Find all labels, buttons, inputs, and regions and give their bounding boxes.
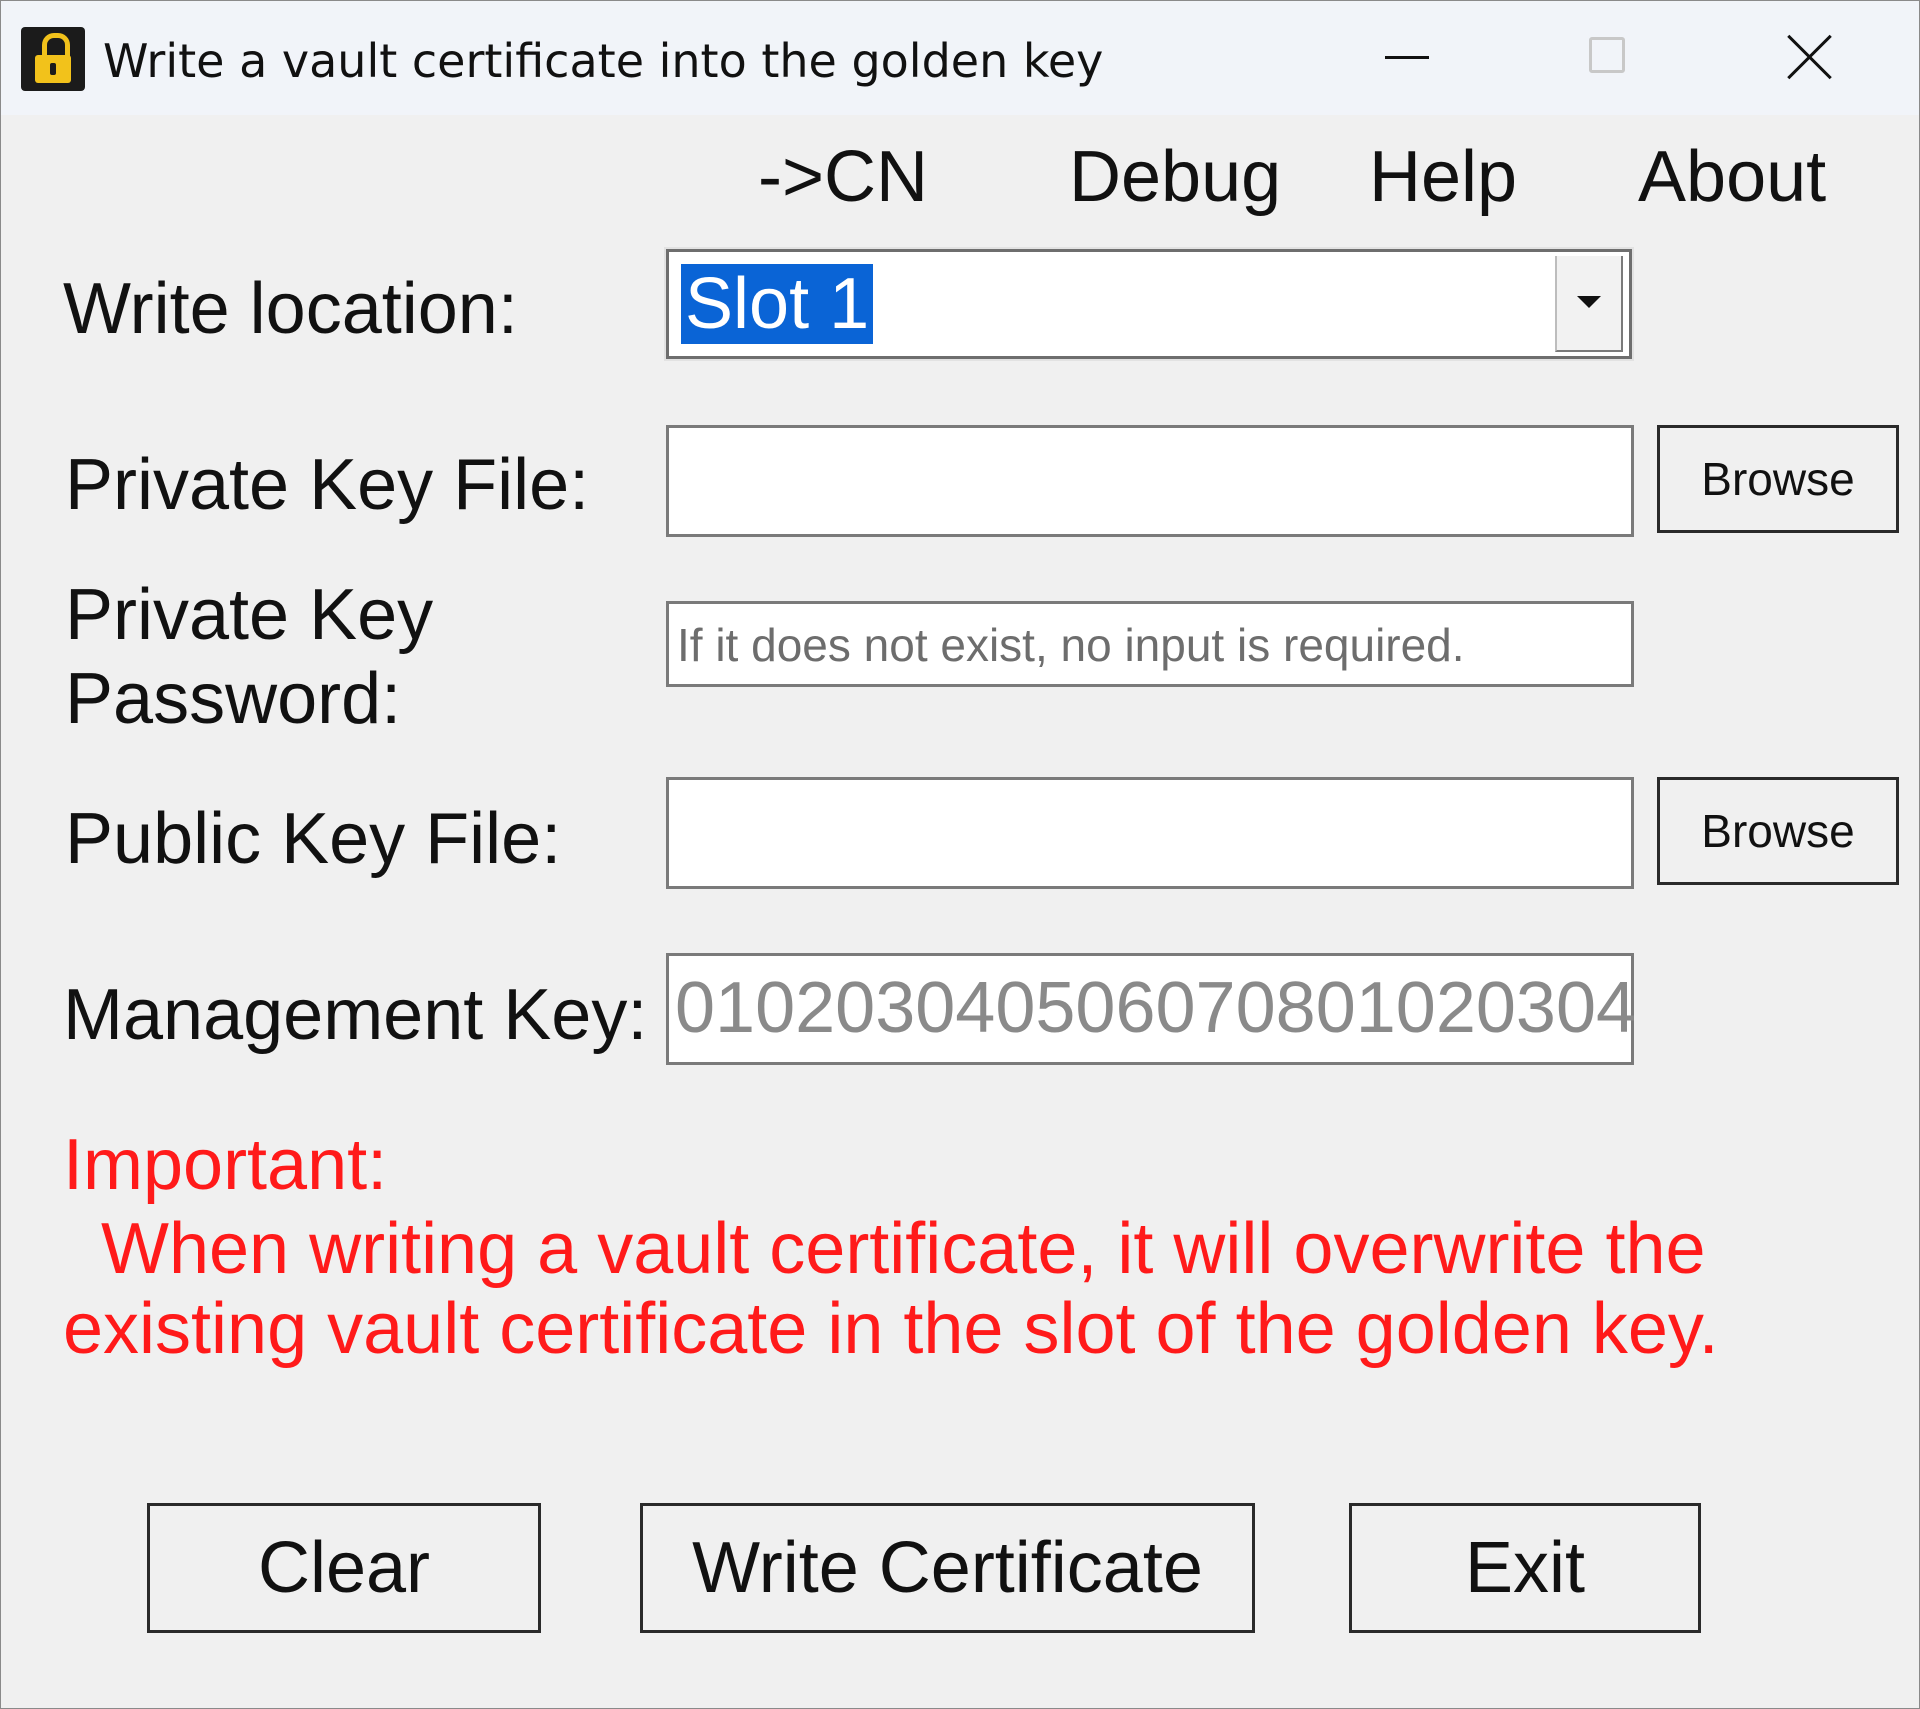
management-key-input[interactable]: 010203040506070801020304 — [666, 953, 1637, 1065]
write-location-value: Slot 1 — [681, 264, 874, 344]
lock-icon — [21, 27, 85, 91]
write-location-label: Write location: — [63, 269, 518, 349]
menu-item-help[interactable]: Help — [1369, 137, 1517, 217]
management-key-label: Management Key: — [63, 975, 648, 1055]
maximize-button[interactable] — [1533, 1, 1683, 115]
close-icon — [1784, 31, 1836, 83]
private-key-password-label-line2: Password: — [65, 659, 402, 739]
private-key-file-label: Private Key File: — [65, 445, 590, 525]
write-location-select[interactable]: Slot 1 — [664, 247, 1634, 361]
window-title: Write a vault certificate into the golde… — [103, 34, 1104, 88]
minimize-button[interactable] — [1333, 1, 1483, 115]
menu-item-cn[interactable]: ->CN — [758, 137, 928, 217]
management-key-value: 010203040506070801020304 — [675, 968, 1637, 1048]
public-key-file-input[interactable] — [666, 777, 1634, 889]
warning-heading: Important: — [63, 1125, 388, 1205]
write-certificate-button[interactable]: Write Certificate — [640, 1503, 1255, 1633]
menu-item-about[interactable]: About — [1638, 137, 1826, 217]
private-key-file-input[interactable] — [666, 425, 1634, 537]
exit-button[interactable]: Exit — [1349, 1503, 1701, 1633]
clear-button[interactable]: Clear — [147, 1503, 541, 1633]
warning-line-2: existing vault certificate in the slot o… — [63, 1289, 1719, 1369]
public-key-browse-button[interactable]: Browse — [1657, 777, 1899, 885]
private-key-password-input[interactable]: If it does not exist, no input is requir… — [666, 601, 1634, 687]
public-key-file-label: Public Key File: — [65, 799, 562, 879]
private-key-browse-button[interactable]: Browse — [1657, 425, 1899, 533]
minimize-icon — [1385, 56, 1429, 59]
maximize-icon — [1589, 37, 1625, 73]
write-certificate-window: Write a vault certificate into the golde… — [0, 0, 1920, 1709]
chevron-down-icon[interactable] — [1555, 256, 1623, 352]
password-placeholder: If it does not exist, no input is requir… — [677, 619, 1465, 671]
private-key-password-label-line1: Private Key — [65, 575, 434, 655]
menu-item-debug[interactable]: Debug — [1069, 137, 1281, 217]
title-bar: Write a vault certificate into the golde… — [1, 1, 1919, 115]
close-button[interactable] — [1736, 1, 1886, 115]
warning-line-1: When writing a vault certificate, it wil… — [101, 1209, 1706, 1289]
